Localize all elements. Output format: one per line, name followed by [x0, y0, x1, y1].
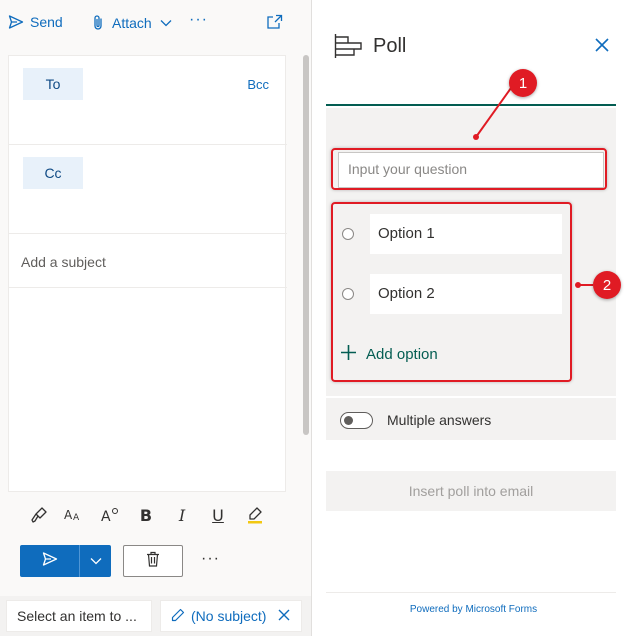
compose-scrollbar[interactable] [303, 55, 309, 435]
more-options-button[interactable]: ··· [189, 11, 208, 29]
footer-divider [326, 592, 616, 593]
chevron-down-icon [90, 552, 102, 570]
compose-tabbar: Select an item to ... (No subject) [0, 596, 311, 636]
compose-toolbar: Send Attach ··· [0, 0, 311, 46]
send-toolbar-button[interactable]: Send [8, 14, 63, 30]
multiple-answers-row: Multiple answers [326, 398, 616, 440]
popout-icon[interactable] [266, 14, 283, 35]
tab-label: Select an item to ... [17, 608, 137, 624]
send-split-button [20, 545, 111, 577]
attach-button[interactable]: Attach [84, 14, 172, 31]
close-icon[interactable] [278, 608, 290, 624]
tab-label: (No subject) [191, 608, 267, 624]
multiple-answers-toggle[interactable] [340, 412, 373, 429]
send-label: Send [30, 14, 63, 30]
compose-form: To Bcc Cc Add a subject [8, 55, 287, 492]
svg-text:A: A [101, 509, 111, 524]
powered-by-link[interactable]: Powered by Microsoft Forms [312, 604, 634, 615]
subject-placeholder: Add a subject [21, 254, 106, 270]
insert-poll-button[interactable]: Insert poll into email [326, 471, 616, 511]
send-button[interactable] [20, 545, 80, 577]
annotation-box-options [331, 202, 572, 382]
highlight-icon[interactable] [244, 504, 266, 526]
format-toolbar: AA A B I U [8, 496, 286, 534]
bold-icon[interactable]: B [135, 504, 157, 526]
paperclip-icon [92, 14, 104, 31]
cc-row[interactable]: Cc [9, 145, 287, 234]
attach-label: Attach [112, 14, 152, 31]
annotation-badge: 1 [509, 69, 537, 97]
send-options-dropdown[interactable] [80, 545, 111, 577]
pencil-icon [171, 608, 185, 625]
text-effects-icon[interactable]: A [99, 504, 121, 526]
poll-icon [334, 33, 364, 64]
underline-icon[interactable]: U [207, 504, 229, 526]
italic-icon[interactable]: I [171, 504, 193, 526]
font-size-icon[interactable]: AA [62, 504, 84, 526]
trash-icon [146, 551, 160, 572]
format-painter-icon[interactable] [28, 504, 50, 526]
header-divider [326, 104, 616, 106]
to-row[interactable]: To Bcc [9, 56, 287, 145]
chevron-down-icon [160, 19, 172, 27]
poll-title: Poll [373, 35, 407, 57]
subject-field[interactable]: Add a subject [9, 234, 287, 288]
annotation-badge: 2 [593, 271, 621, 299]
multiple-answers-label: Multiple answers [387, 412, 492, 428]
cc-button[interactable]: Cc [23, 157, 83, 189]
tab-no-subject[interactable]: (No subject) [160, 600, 302, 632]
svg-text:A: A [73, 513, 80, 523]
send-icon [42, 551, 58, 572]
paper-plane-icon [8, 14, 24, 30]
annotation-box-question [331, 148, 607, 190]
to-button[interactable]: To [23, 68, 83, 100]
svg-text:A: A [64, 508, 73, 522]
close-icon[interactable] [595, 38, 609, 57]
more-actions-button[interactable]: ··· [201, 550, 220, 568]
compose-pane: Send Attach ··· To Bcc Cc Add a subject [0, 0, 311, 636]
discard-button[interactable] [123, 545, 183, 577]
bcc-link[interactable]: Bcc [247, 77, 269, 92]
tab-select-item[interactable]: Select an item to ... [6, 600, 152, 632]
toggle-knob [344, 416, 353, 425]
